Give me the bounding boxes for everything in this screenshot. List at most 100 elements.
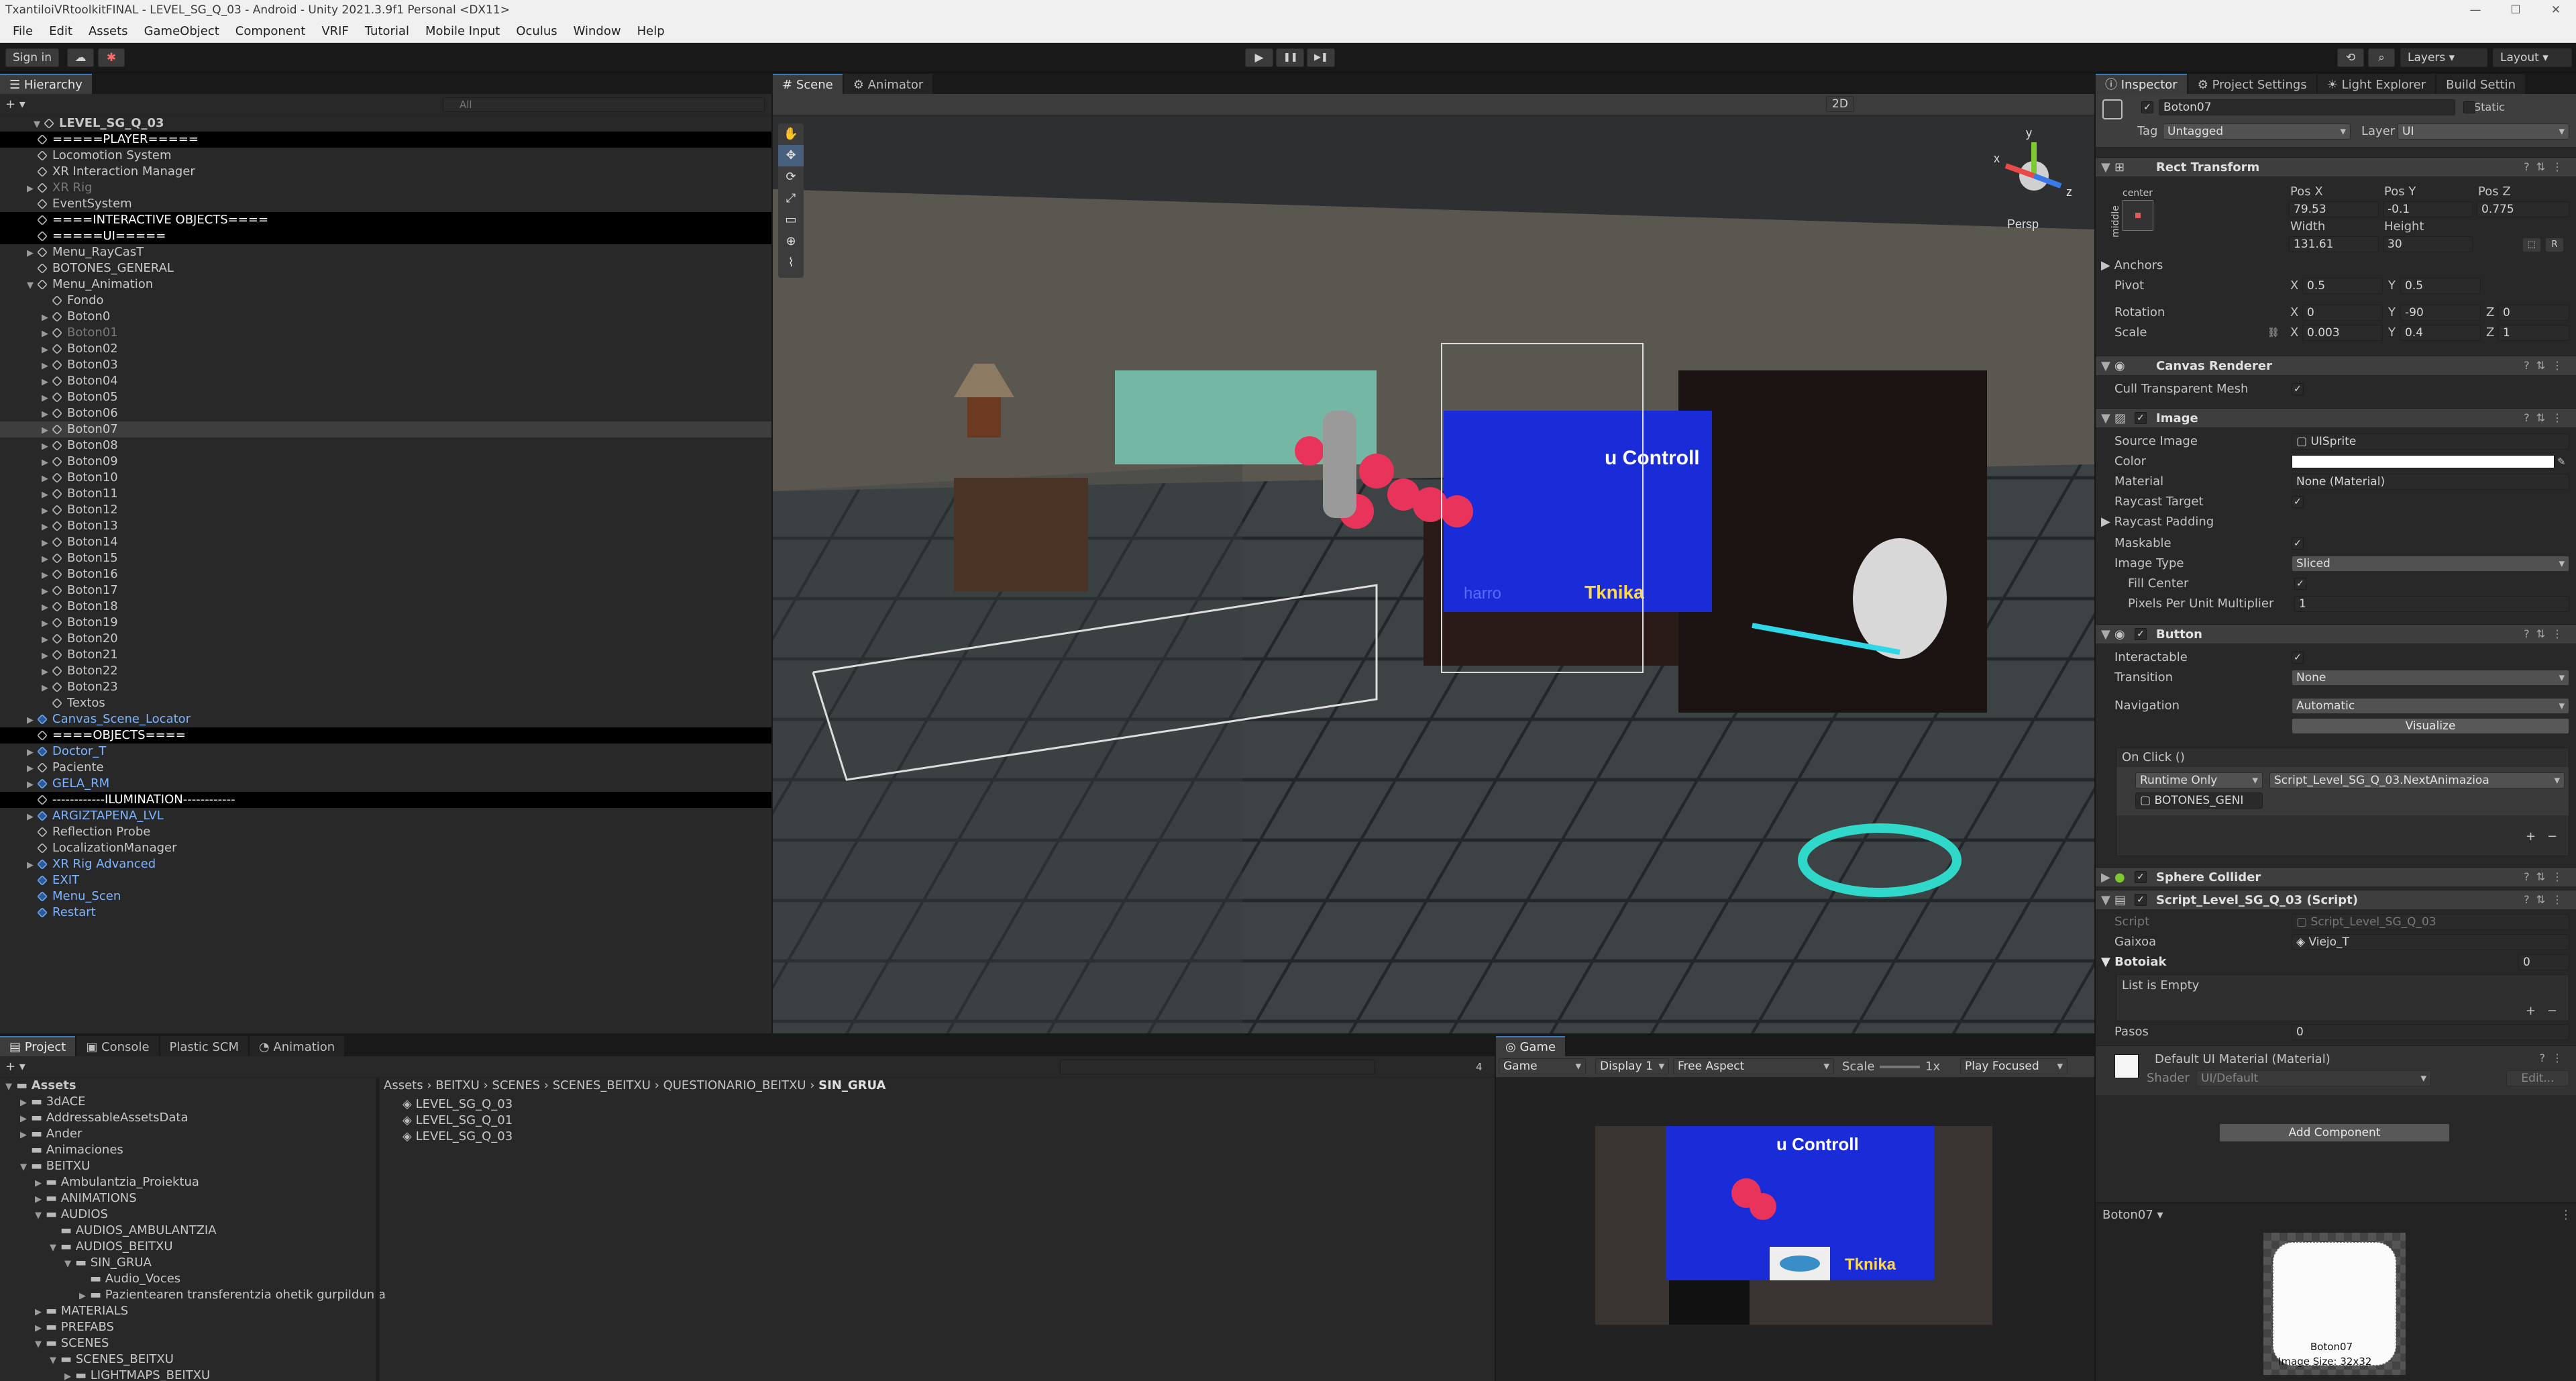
sphere-collider-header[interactable]: ▶ ● ✓ Sphere Collider ?⇅⋮ [2096,867,2576,887]
expand-arrow-icon[interactable]: ▶ [42,342,52,358]
folder-item[interactable]: ▬ AUDIOS_AMBULANTZIA [0,1223,376,1239]
persp-label[interactable]: Persp [2007,217,2039,231]
hierarchy-item[interactable]: =====UI===== [0,228,771,244]
hierarchy-item[interactable]: ▶ Boton13 [0,518,771,534]
hierarchy-item[interactable]: ====OBJECTS==== [0,727,771,744]
collapse-arrow-icon[interactable]: ▼ [64,1256,75,1272]
cloud-icon[interactable]: ☁ [67,48,94,67]
project-splitter[interactable] [376,1078,380,1381]
hierarchy-item[interactable]: =====PLAYER===== [0,132,771,148]
hierarchy-item[interactable]: Fondo [0,293,771,309]
layer-dropdown[interactable]: UI [2398,123,2569,140]
tab-console[interactable]: ▣ Console [76,1036,159,1056]
expand-arrow-icon[interactable]: ▶ [27,745,38,761]
close-button[interactable]: ✕ [2536,0,2576,20]
folder-item[interactable]: ▬ Audio_Voces [0,1271,376,1287]
collapse-arrow-icon[interactable]: ▼ [50,1240,60,1256]
menu-mobile-input[interactable]: Mobile Input [419,20,506,42]
expand-arrow-icon[interactable]: ▶ [35,1321,46,1337]
folder-item[interactable]: ▶ ▬ AddressableAssetsData [0,1110,376,1126]
menu-component[interactable]: Component [229,20,312,42]
expand-arrow-icon[interactable]: ▶ [27,858,38,874]
menu-gameobject[interactable]: GameObject [138,20,225,42]
file-item[interactable]: ◈ LEVEL_SG_Q_03 [402,1129,1495,1145]
menu-vrif[interactable]: VRIF [315,20,354,42]
menu-file[interactable]: File [7,20,39,42]
hierarchy-item[interactable]: ▶ Boton17 [0,582,771,599]
folder-item[interactable]: ▼ ▬ SIN_GRUA [0,1255,376,1271]
folder-item[interactable]: ▬ Animaciones [0,1142,376,1158]
expand-arrow-icon[interactable]: ▶ [42,358,52,374]
posx-field[interactable]: 79.53 [2289,201,2379,217]
hierarchy-item[interactable]: ▶ Boton04 [0,373,771,389]
expand-arrow-icon[interactable]: ▶ [27,713,38,729]
tab-plastic-scm[interactable]: Plastic SCM [160,1036,248,1056]
anchors-foldout[interactable]: ▶ Anchors [2101,258,2163,274]
blueprint-mode-icon[interactable]: ⬚ [2522,238,2541,252]
tab-inspector[interactable]: ⓘ Inspector [2096,74,2187,94]
tag-dropdown[interactable]: Untagged [2163,123,2351,140]
expand-arrow-icon[interactable]: ▶ [27,181,38,197]
aspect-dropdown[interactable]: Free Aspect [1673,1058,1834,1074]
hierarchy-item[interactable]: EXIT [0,872,771,888]
expand-arrow-icon[interactable]: ▶ [42,600,52,616]
hierarchy-item[interactable]: ▶ Boton14 [0,534,771,550]
expand-arrow-icon[interactable]: ▶ [20,1095,31,1111]
folder-item[interactable]: ▶ ▬ LIGHTMAPS_BEITXU [0,1368,376,1381]
game-view[interactable]: u Controll Tknika [1595,1126,1992,1325]
expand-arrow-icon[interactable]: ▶ [42,391,52,407]
collapse-arrow-icon[interactable]: ▼ [27,278,38,294]
menu-window[interactable]: Window [568,20,627,42]
hierarchy-search-input[interactable]: All [443,97,765,112]
hierarchy-item[interactable]: ▶ Boton16 [0,566,771,582]
rotate-tool-icon[interactable]: ⟳ [778,166,804,188]
folder-item[interactable]: ▶ ▬ Ander [0,1126,376,1142]
tab-scene[interactable]: # Scene [773,74,843,94]
rect-tool-icon[interactable]: ▭ [778,209,804,231]
expand-arrow-icon[interactable]: ▶ [42,568,52,584]
hierarchy-item[interactable]: BOTONES_GENERAL [0,260,771,276]
raycast-padding-foldout[interactable]: ▶ Raycast Padding [2101,514,2214,530]
sign-in-button[interactable]: Sign in [5,48,59,67]
hierarchy-item[interactable]: ▶ Doctor_T [0,744,771,760]
hierarchy-item[interactable]: EventSystem [0,196,771,212]
folder-item[interactable]: ▶ ▬ MATERIALS [0,1303,376,1319]
file-item[interactable]: ◈ LEVEL_SG_Q_01 [402,1113,1495,1129]
expand-arrow-icon[interactable]: ▶ [42,519,52,535]
pause-button[interactable]: ❚❚ [1276,48,1304,67]
minimize-button[interactable]: — [2455,0,2496,20]
transition-dropdown[interactable]: None [2292,670,2569,686]
menu-help[interactable]: Help [631,20,671,42]
function-dropdown[interactable]: Script_Level_SG_Q_03.NextAnimazioa [2269,772,2565,788]
game-mode-dropdown[interactable]: Game [1499,1058,1586,1074]
folder-item[interactable]: ▼ ▬ SCENES [0,1335,376,1351]
menu-edit[interactable]: Edit [43,20,78,42]
hierarchy-item[interactable]: ▶ Boton23 [0,679,771,695]
scale-z-field[interactable]: 1 [2498,325,2569,341]
folder-item[interactable]: ▶ ▬ 3dACE [0,1094,376,1110]
menu-oculus[interactable]: Oculus [510,20,563,42]
collapse-arrow-icon[interactable]: ▼ [50,1353,60,1369]
hierarchy-item[interactable]: ▶ XR Rig [0,180,771,196]
expand-arrow-icon[interactable]: ▶ [27,246,38,262]
expand-arrow-icon[interactable]: ▶ [64,1369,75,1381]
search-icon[interactable]: ⌕ [2368,48,2395,67]
display-dropdown[interactable]: Display 1 [1595,1058,1669,1074]
crumb-5[interactable]: SIN_GRUA [818,1078,885,1092]
component-menu-icon[interactable]: ?⇅⋮ [2524,870,2569,883]
color-field[interactable] [2292,455,2555,468]
expand-arrow-icon[interactable]: ▶ [42,584,52,600]
hierarchy-item[interactable]: Locomotion System [0,148,771,164]
tab-hierarchy[interactable]: ☰ Hierarchy [0,74,92,94]
expand-arrow-icon[interactable]: ▶ [42,439,52,455]
target-object-field[interactable]: ▢ BOTONES_GENI [2135,792,2263,809]
expand-arrow-icon[interactable]: ▶ [20,1127,31,1143]
expand-arrow-icon[interactable]: ▶ [79,1288,90,1305]
preview-title[interactable]: Boton07 ▾ [2102,1207,2163,1223]
gaixoa-field[interactable]: ◈ Viejo_T [2292,934,2569,950]
botoiak-size-field[interactable]: 0 [2518,954,2569,970]
expand-arrow-icon[interactable]: ▶ [42,455,52,471]
object-name-field[interactable]: Boton07 [2159,99,2455,115]
collab-icon[interactable]: ✱ [98,48,125,67]
folder-item[interactable]: ▶ ▬ PREFABS [0,1319,376,1335]
